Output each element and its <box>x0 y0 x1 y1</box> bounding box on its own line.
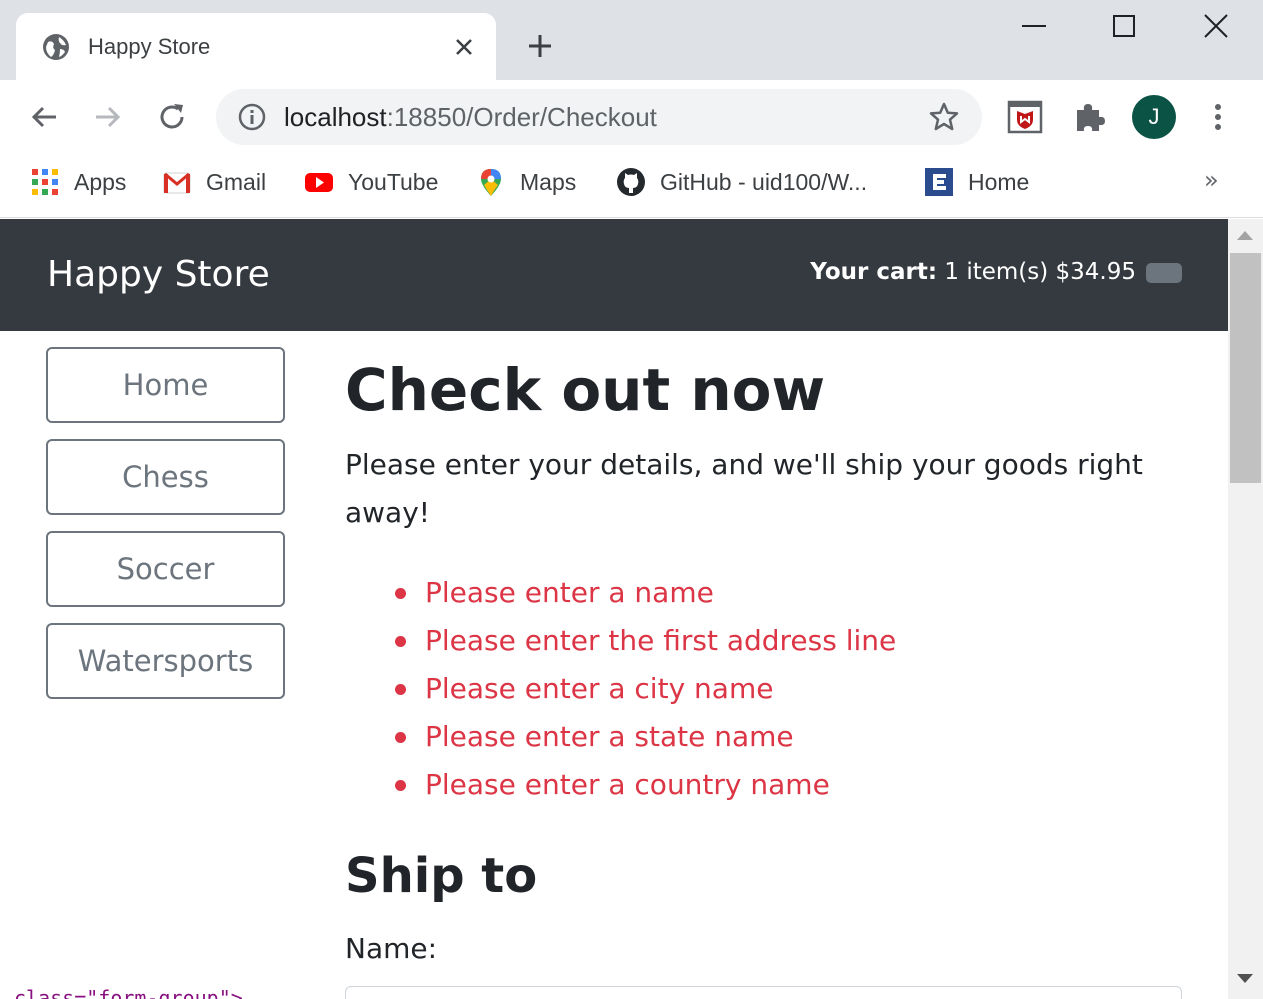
more-menu-icon[interactable] <box>1202 99 1234 135</box>
validation-error: Please enter the first address line <box>395 617 896 665</box>
site-info-icon[interactable] <box>238 103 266 131</box>
validation-error: Please enter a name <box>395 569 896 617</box>
ship-to-heading: Ship to <box>345 848 538 904</box>
bookmark-maps[interactable]: Maps <box>476 166 576 198</box>
url-text[interactable]: localhost:18850/Order/Checkout <box>284 101 657 133</box>
browser-toolbar: localhost:18850/Order/Checkout J <box>0 80 1263 154</box>
scrollbar-thumb[interactable] <box>1230 253 1261 483</box>
store-brand[interactable]: Happy Store <box>47 253 270 297</box>
extensions-puzzle-icon[interactable] <box>1070 98 1108 136</box>
bookmark-star-icon[interactable] <box>928 101 960 133</box>
address-bar[interactable]: localhost:18850/Order/Checkout <box>216 89 982 145</box>
bookmark-label: GitHub - uid100/W... <box>660 168 868 195</box>
maps-icon <box>481 169 501 196</box>
checkout-cart-button[interactable] <box>1146 263 1182 283</box>
mcafee-extension-icon[interactable] <box>1006 98 1044 136</box>
name-label: Name: <box>345 932 438 965</box>
page-scrollbar[interactable] <box>1228 219 1263 999</box>
category-home-button[interactable]: Home <box>46 347 285 423</box>
category-chess-button[interactable]: Chess <box>46 439 285 515</box>
close-tab-icon[interactable] <box>452 35 476 59</box>
home-e-icon <box>925 168 953 196</box>
browser-tab[interactable]: Happy Store <box>16 13 496 81</box>
name-input[interactable] <box>345 986 1182 999</box>
bookmarks-bar: Apps Gmail YouTube Maps GitHub - uid100/… <box>0 154 1263 218</box>
page-viewport: Happy Store Your cart: 1 item(s) $34.95 … <box>0 219 1228 999</box>
back-arrow-icon[interactable] <box>26 99 62 135</box>
new-tab-icon[interactable] <box>524 30 556 62</box>
github-icon <box>617 168 645 196</box>
minimize-icon[interactable] <box>1018 10 1050 42</box>
validation-summary: Please enter a name Please enter the fir… <box>395 569 896 809</box>
close-window-icon[interactable] <box>1200 10 1232 42</box>
checkout-intro: Please enter your details, and we'll shi… <box>345 448 1143 529</box>
bookmark-label: Gmail <box>206 168 267 195</box>
validation-error: Please enter a state name <box>395 713 896 761</box>
tab-title: Happy Store <box>88 34 211 59</box>
url-path: :18850/Order/Checkout <box>386 102 657 132</box>
cart-label: Your cart: <box>810 259 938 285</box>
bookmark-label: YouTube <box>348 168 439 195</box>
devtools-overlay-text: class="form-group"> <box>14 986 243 999</box>
forward-arrow-icon[interactable] <box>90 99 126 135</box>
bookmark-label: Apps <box>74 168 127 195</box>
category-soccer-button[interactable]: Soccer <box>46 531 285 607</box>
maximize-icon[interactable] <box>1108 10 1140 42</box>
scroll-up-arrow-icon[interactable] <box>1237 231 1253 240</box>
bookmark-label: Maps <box>520 168 577 195</box>
youtube-icon <box>305 173 333 192</box>
gmail-icon <box>163 172 191 194</box>
page-title: Check out now <box>345 356 826 424</box>
profile-avatar[interactable]: J <box>1132 95 1176 139</box>
category-watersports-button[interactable]: Watersports <box>46 623 285 699</box>
validation-error: Please enter a city name <box>395 665 896 713</box>
cart-details: 1 item(s) $34.95 <box>937 259 1136 285</box>
browser-titlebar: Happy Store <box>0 0 1263 81</box>
bookmark-github[interactable]: GitHub - uid100/W... <box>616 166 867 198</box>
globe-icon <box>43 34 69 60</box>
validation-error: Please enter a country name <box>395 761 896 809</box>
bookmarks-overflow-button[interactable]: » <box>1204 166 1219 194</box>
url-host: localhost <box>284 102 387 132</box>
bookmark-label: Home <box>968 168 1030 195</box>
bookmark-apps[interactable]: Apps <box>30 166 126 198</box>
scroll-down-arrow-icon[interactable] <box>1237 974 1253 983</box>
store-navbar: Happy Store Your cart: 1 item(s) $34.95 <box>0 219 1228 331</box>
bookmark-youtube[interactable]: YouTube <box>304 166 438 198</box>
reload-icon[interactable] <box>154 99 190 135</box>
bookmark-home[interactable]: Home <box>924 166 1029 198</box>
cart-summary: Your cart: 1 item(s) $34.95 <box>810 257 1136 287</box>
apps-grid-icon <box>32 169 58 195</box>
bookmark-gmail[interactable]: Gmail <box>162 166 266 198</box>
